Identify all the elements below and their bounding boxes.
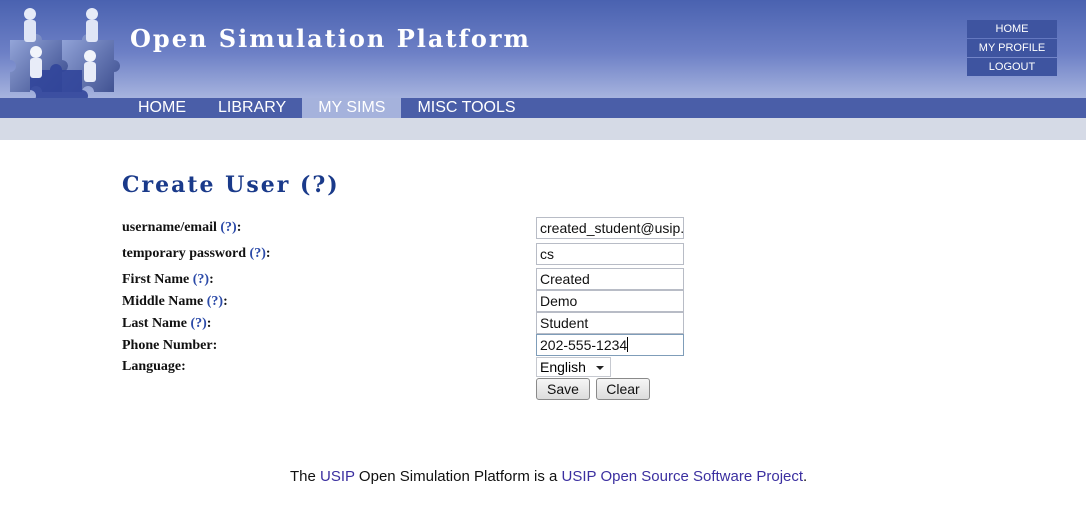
middle-name-help-link[interactable]: (?) <box>207 294 223 309</box>
footer-middle: Open Simulation Platform is a <box>354 468 562 485</box>
footer-project-link[interactable]: USIP Open Source Software Project <box>562 468 804 485</box>
password-help-link[interactable]: (?) <box>250 246 266 261</box>
utility-menu: HOME MY PROFILE LOGOUT <box>967 20 1057 77</box>
nav-tab-home[interactable]: HOME <box>122 98 202 118</box>
footer-suffix: . <box>803 468 808 485</box>
language-label-text: Language <box>122 359 182 374</box>
clear-button[interactable]: Clear <box>596 378 650 400</box>
username-label: username/email (?): <box>122 220 241 236</box>
text-caret <box>627 337 629 352</box>
first-name-input[interactable]: Created <box>536 268 684 290</box>
phone-input-value: 202-555-1234 <box>540 337 628 353</box>
site-title: Open Simulation Platform <box>130 24 531 53</box>
util-home-link[interactable]: HOME <box>967 20 1057 38</box>
first-name-help-link[interactable]: (?) <box>193 272 209 287</box>
nav-tab-library[interactable]: LIBRARY <box>202 98 302 118</box>
last-name-help-link[interactable]: (?) <box>190 316 206 331</box>
footer-text: The USIP Open Simulation Platform is a U… <box>290 468 807 485</box>
dropdown-arrow-icon <box>596 366 604 370</box>
footer-prefix: The <box>290 468 321 485</box>
password-label: temporary password (?): <box>122 246 271 262</box>
label-colon: : <box>206 316 212 331</box>
nav-tab-misc-tools[interactable]: MISC TOOLS <box>401 98 531 118</box>
language-select[interactable]: English <box>536 357 611 377</box>
username-help-link[interactable]: (?) <box>220 220 236 235</box>
first-name-label-text: First Name <box>122 272 190 287</box>
phone-label: Phone Number: <box>122 338 217 354</box>
last-name-input[interactable]: Student <box>536 312 684 334</box>
username-input[interactable]: created_student@usip.org <box>536 217 684 239</box>
first-name-label: First Name (?): <box>122 272 214 288</box>
middle-name-label-text: Middle Name <box>122 294 204 309</box>
language-select-value: English <box>540 359 586 375</box>
password-label-text: temporary password <box>122 246 247 261</box>
middle-name-input[interactable]: Demo <box>536 290 684 312</box>
label-colon: : <box>223 294 228 309</box>
last-name-label-text: Last Name <box>122 316 187 331</box>
phone-input[interactable]: 202-555-1234 <box>536 334 684 356</box>
password-input[interactable]: cs <box>536 243 684 265</box>
page-title: Create User (?) <box>122 172 340 198</box>
label-colon: : <box>236 220 242 235</box>
middle-name-label: Middle Name (?): <box>122 294 228 310</box>
nav-tab-my-sims[interactable]: MY SIMS <box>302 98 402 118</box>
last-name-label: Last Name (?): <box>122 316 211 332</box>
save-button[interactable]: Save <box>536 378 590 400</box>
language-label: Language: <box>122 359 186 375</box>
util-logout-link[interactable]: LOGOUT <box>967 58 1057 76</box>
label-colon: : <box>209 272 214 287</box>
util-my-profile-link[interactable]: MY PROFILE <box>967 39 1057 57</box>
phone-label-text: Phone Number <box>122 338 213 353</box>
footer-usip-link[interactable]: USIP <box>320 468 355 485</box>
username-label-text: username/email <box>122 220 217 235</box>
main-nav: HOME LIBRARY MY SIMS MISC TOOLS <box>122 98 532 118</box>
label-colon: : <box>181 359 186 374</box>
sub-nav-bar <box>0 118 1086 140</box>
label-colon: : <box>265 246 271 261</box>
label-colon: : <box>212 338 218 353</box>
